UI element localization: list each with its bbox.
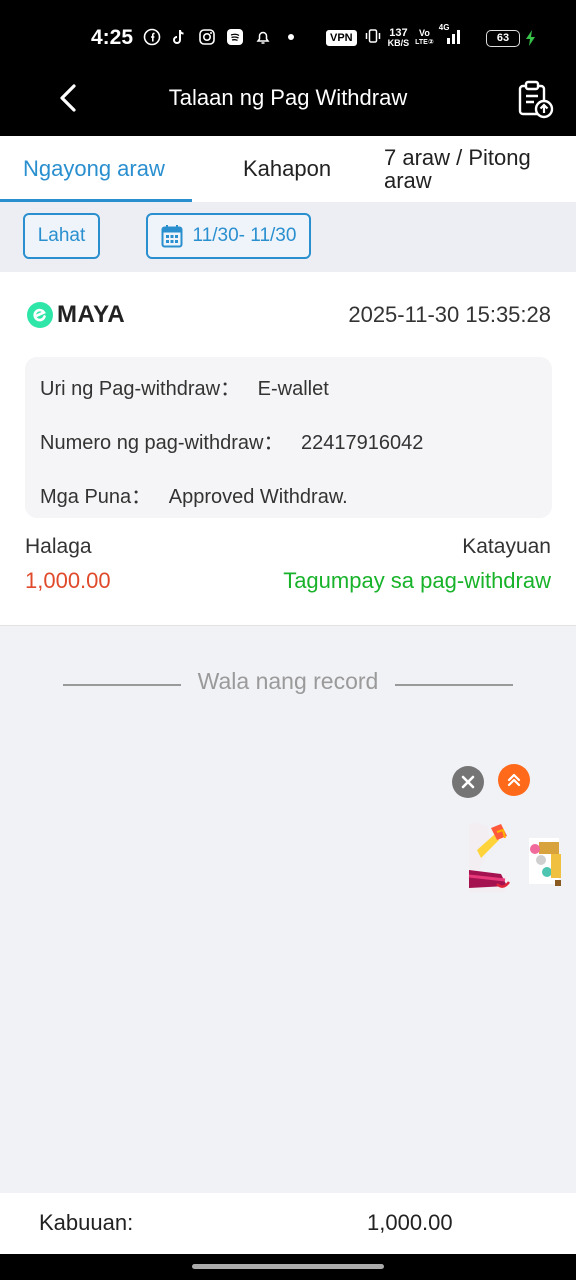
charging-icon <box>522 29 540 47</box>
page-title: Talaan ng Pag Withdraw <box>168 85 408 110</box>
network-speed: 137 KB/S <box>387 27 410 48</box>
detail-label: Mga Puna： <box>40 486 152 508</box>
tiktok-icon <box>170 28 188 46</box>
scroll-top-button[interactable] <box>498 764 530 796</box>
no-more-records: Wala nang record <box>0 668 576 700</box>
signal-icon: 4G <box>439 23 463 51</box>
filter-bar: Lahat 11/30- 11/30 <box>0 202 576 272</box>
amount-value: 1,000.00 <box>25 568 111 593</box>
no-more-records-text: Wala nang record <box>197 668 379 694</box>
detail-row-withdraw-number: Numero ng pag-withdraw： 22417916042 <box>40 426 423 455</box>
detail-value: Approved Withdraw. <box>168 486 348 508</box>
status-value: Tagumpay sa pag-withdraw <box>283 568 551 593</box>
amount-label: Halaga <box>25 535 92 558</box>
total-label: Kabuuan: <box>39 1210 134 1235</box>
detail-value: E-wallet <box>257 378 329 400</box>
double-chevron-up-icon <box>506 772 522 788</box>
instagram-icon <box>198 28 216 46</box>
detail-row-withdraw-type: Uri ng Pag-withdraw： E-wallet <box>40 372 329 401</box>
date-range-button[interactable]: 11/30- 11/30 <box>146 213 311 259</box>
withdraw-record-card[interactable]: MAYA 2025-11-30 15:35:28 Uri ng Pag-with… <box>0 272 576 626</box>
detail-row-remarks: Mga Puna： Approved Withdraw. <box>40 480 348 509</box>
dot-icon <box>282 28 300 46</box>
close-promo-button[interactable] <box>452 766 484 798</box>
channel-name: MAYA <box>57 301 126 328</box>
clipboard-upload-icon <box>514 80 556 124</box>
volte-badge: Vo LTE② <box>415 28 434 47</box>
total-footer: Kabuuan: 1,000.00 <box>0 1193 576 1254</box>
calendar-icon <box>161 224 183 248</box>
date-tabs: Ngayong araw Kahapon 7 araw / Pitong ara… <box>0 136 576 202</box>
status-bar: 4:25 VPN 137 KB/S Vo LTE② 4G 63 <box>0 0 576 76</box>
maya-logo: MAYA <box>27 301 125 329</box>
status-label: Katayuan <box>462 535 551 558</box>
status-time: 4:25 <box>91 26 134 49</box>
status-right-group: VPN 137 KB/S Vo LTE② 4G <box>326 23 463 52</box>
tab-yesterday[interactable]: Kahapon <box>243 136 331 202</box>
divider-right <box>395 684 513 686</box>
record-datetime: 2025-11-30 15:35:28 <box>348 302 551 327</box>
maya-logo-icon <box>27 302 53 328</box>
detail-label: Numero ng pag-withdraw： <box>40 432 284 454</box>
total-value: 1,000.00 <box>367 1210 453 1235</box>
battery-indicator: 63 <box>486 30 520 47</box>
system-nav-bar <box>0 1254 576 1280</box>
tab-today[interactable]: Ngayong araw <box>23 136 165 202</box>
detail-value: 22417916042 <box>301 432 424 454</box>
vibrate-icon <box>364 27 382 50</box>
detail-label: Uri ng Pag-withdraw： <box>40 378 241 400</box>
tab-seven-days[interactable]: 7 araw / Pitong araw <box>384 136 564 202</box>
bell-icon <box>254 28 272 46</box>
spotify-icon <box>226 28 244 46</box>
close-icon <box>461 775 475 789</box>
filter-all-button[interactable]: Lahat <box>23 213 100 259</box>
app-header: Talaan ng Pag Withdraw <box>0 76 576 136</box>
date-range-label: 11/30- 11/30 <box>192 225 297 246</box>
gesture-handle[interactable] <box>192 1264 384 1269</box>
promo-banner-icon[interactable] <box>467 814 563 894</box>
record-details: Uri ng Pag-withdraw： E-wallet Numero ng … <box>25 357 552 518</box>
facebook-icon <box>143 28 161 46</box>
vpn-badge: VPN <box>326 30 357 46</box>
export-record-button[interactable] <box>514 78 556 120</box>
